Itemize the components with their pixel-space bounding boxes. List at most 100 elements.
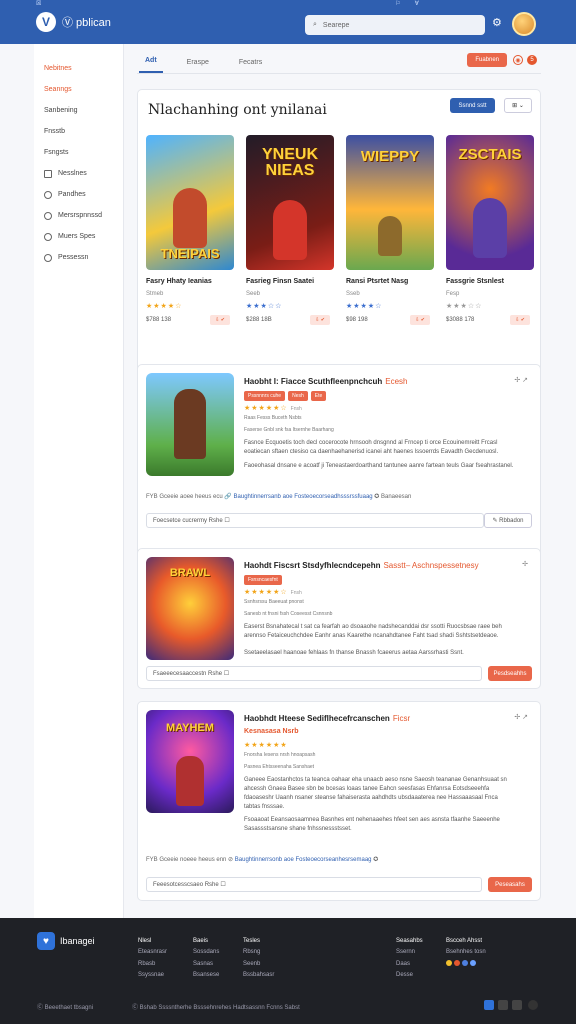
settings-icon[interactable]: ⚙ (492, 16, 502, 29)
footer-col: Nlesl Eteasnrasr Rbasb Ssyssnae (138, 936, 167, 982)
tag-row: Fsnsncaesfnt (244, 575, 282, 585)
sidebar-item-10[interactable]: Pessessn (34, 247, 123, 268)
comment-input[interactable]: Foecsetce cucrermy Rshe ☐ (146, 513, 484, 528)
game-sub: Fesp (446, 291, 460, 297)
notification-badge[interactable]: 5 (527, 55, 537, 65)
post-button[interactable]: Pesdseahhs (488, 666, 532, 681)
sidebar-item-2[interactable]: Seanngs (34, 79, 123, 100)
tab-bar: Adt Eraspe Fecatrs Fuabnen ◉ 5 (137, 44, 541, 74)
sidebar-item-6[interactable]: Nesslnes (34, 163, 123, 184)
view-toggle[interactable]: ⊞ ⌄ (504, 98, 532, 113)
game-card[interactable]: TNEIPAIS Fasry Hhaty Ieanias Stmeb ★★★★☆… (146, 135, 236, 325)
tag-chip[interactable]: Pssnnnrs cuhe (244, 391, 286, 401)
footer-link[interactable]: Ssernn (396, 949, 415, 955)
app-badge-icon[interactable] (470, 960, 476, 967)
comment-input[interactable]: Feeesotcesscsaeo Rshe ☐ (146, 877, 482, 892)
footer-tail: ✪ (373, 857, 379, 863)
micro-item-3[interactable]: Ɐ (415, 0, 419, 8)
tab-2[interactable]: Eraspe (181, 59, 215, 73)
sidebar-item-9[interactable]: Muers Spes (34, 226, 123, 247)
sidebar-item-5[interactable]: Fsngsts (34, 142, 123, 163)
footer-link[interactable]: Seenb (243, 961, 260, 967)
footer-text: FYB Gceeie aoee heeus ecu 🔗 (146, 494, 232, 500)
footer-link[interactable]: Sasnas (193, 961, 213, 967)
download-button[interactable]: ⇩ ✔ (210, 315, 230, 325)
game-sub: Seeb (246, 291, 261, 297)
micro-item-1[interactable]: ☒ (36, 0, 41, 8)
tab-1[interactable]: Adt (139, 57, 163, 73)
featured-button[interactable]: Ssnnd sstt (450, 98, 495, 113)
card-tools[interactable]: ✢ (522, 560, 528, 568)
card-tools[interactable]: ✢ ↗ (514, 713, 528, 721)
footer-link[interactable]: Ssyssnae (138, 972, 164, 978)
footer-link[interactable]: Baughtinnerrsonb aoe Fosteoecorseanhesrs… (235, 857, 372, 863)
game-card[interactable]: WIEPPY Ransi Ptsrtet Nasg Sseb ★★★★☆ $98… (346, 135, 436, 325)
card-tools[interactable]: ✢ ↗ (514, 376, 528, 384)
review-accent: Ecesh (385, 377, 408, 386)
footer-link[interactable]: Rbsng (243, 949, 260, 955)
game-art: TNEIPAIS (146, 135, 234, 270)
footer-link[interactable]: Desse (396, 972, 413, 978)
rating-note: Fnsh (290, 406, 302, 412)
review-thumbnail[interactable]: BRAWL (146, 557, 234, 660)
sidebar-item-7[interactable]: Pandhes (34, 184, 123, 205)
game-card[interactable]: ZSCTAIS Fassgrie Stsnlest Fesp ★★★☆☆ $30… (446, 135, 536, 325)
footer-link[interactable]: Baughtinnerrsanb aoe Fosteoecorseadhsssr… (234, 494, 373, 500)
footer-link[interactable]: Bssbahsasr (243, 972, 274, 978)
rating-note: Fnsh (290, 590, 302, 596)
review-description: Easerst Bsnahatecal t sat ca fearfah ao … (244, 624, 502, 639)
search-input[interactable]: ⌕ Searepe (305, 15, 485, 35)
game-rating: ★★★★☆ (346, 303, 383, 310)
game-price: $288 18B (246, 317, 272, 323)
tab-action-button[interactable]: Fuabnen (467, 53, 507, 67)
game-art-title: TNEIPAIS (160, 246, 220, 261)
footer-logo-icon[interactable]: ♥ (37, 932, 55, 950)
tab-3[interactable]: Fecatrs (233, 59, 268, 73)
character-figure (173, 188, 207, 248)
review-title-text: Haohdt Fiscsrt Stsdyfhlecndcepehn (244, 561, 381, 570)
globe-icon (44, 211, 52, 220)
tag-chip[interactable]: Ete (310, 391, 327, 401)
post-button[interactable]: Peseasahs (488, 877, 532, 892)
footer-link[interactable]: Eteasnrasr (138, 949, 167, 955)
avatar[interactable] (512, 12, 536, 36)
footer-link[interactable]: Rbasb (138, 961, 155, 967)
app-logo-icon[interactable]: V (36, 12, 56, 32)
tag-chip[interactable]: Kesnasasa Nsrb (244, 728, 298, 735)
footer-link[interactable]: Bsehnhes tosn (446, 949, 486, 955)
app-badge-icon[interactable] (446, 960, 452, 967)
game-price: $3088 178 (446, 317, 475, 323)
download-button[interactable]: ⇩ ✔ (510, 315, 530, 325)
game-card[interactable]: YNEUK NIEAS Fasrieg Finsn Saatei Seeb ★★… (246, 135, 336, 325)
micro-item-2[interactable]: ⚐ (395, 0, 400, 8)
review-thumbnail[interactable] (146, 373, 234, 476)
download-button[interactable]: ⇩ ✔ (310, 315, 330, 325)
facebook-icon[interactable] (498, 1000, 508, 1010)
footer-link[interactable]: Daas (396, 961, 410, 967)
footer-link[interactable]: Bsansese (193, 972, 219, 978)
review-thumbnail[interactable]: MAYHEM (146, 710, 234, 813)
top-bar: ☒ ⚐ Ɐ V Ⓥ pblican ⌕ Searepe ⚙ (0, 0, 576, 44)
app-name: Ⓥ pblican (62, 17, 111, 29)
tag-chip[interactable]: Fsnsncaesfnt (244, 575, 282, 585)
review-title: Haobht I: Fiacce Scuthfleenpnchcuh Ecesh (244, 377, 407, 386)
tag-chip[interactable]: Nesh (288, 391, 308, 401)
comment-input[interactable]: Fsaeeecesaaccestn Rshe ☐ (146, 666, 482, 681)
filter-icon[interactable]: ◉ (513, 55, 523, 65)
sidebar-item-1[interactable]: Nebitnes (34, 58, 123, 79)
instagram-icon[interactable] (512, 1000, 522, 1010)
sidebar-item-3[interactable]: Sanbening (34, 100, 123, 121)
sidebar-item-8[interactable]: Mersrspnnssd (34, 205, 123, 226)
download-button[interactable]: ⇩ ✔ (410, 315, 430, 325)
app-badge-icon[interactable] (462, 960, 468, 967)
clock-icon (44, 190, 52, 199)
post-button[interactable]: ✎ Rbbadon (484, 513, 532, 528)
app-badge-icon[interactable] (454, 960, 460, 967)
sidebar-item-4[interactable]: Fnsstb (34, 121, 123, 142)
twitter-icon[interactable] (484, 1000, 494, 1010)
review-meta-2: Faserse Gnbl snk fsa Itsernhe Baarhang (244, 427, 334, 433)
footer-col-head: Seasahbs (396, 938, 423, 944)
globe-icon[interactable] (528, 1000, 538, 1010)
review-title: Haohdt Fiscsrt Stsdyfhlecndcepehn Sasstt–… (244, 561, 479, 570)
footer-link[interactable]: Sossdans (193, 949, 219, 955)
